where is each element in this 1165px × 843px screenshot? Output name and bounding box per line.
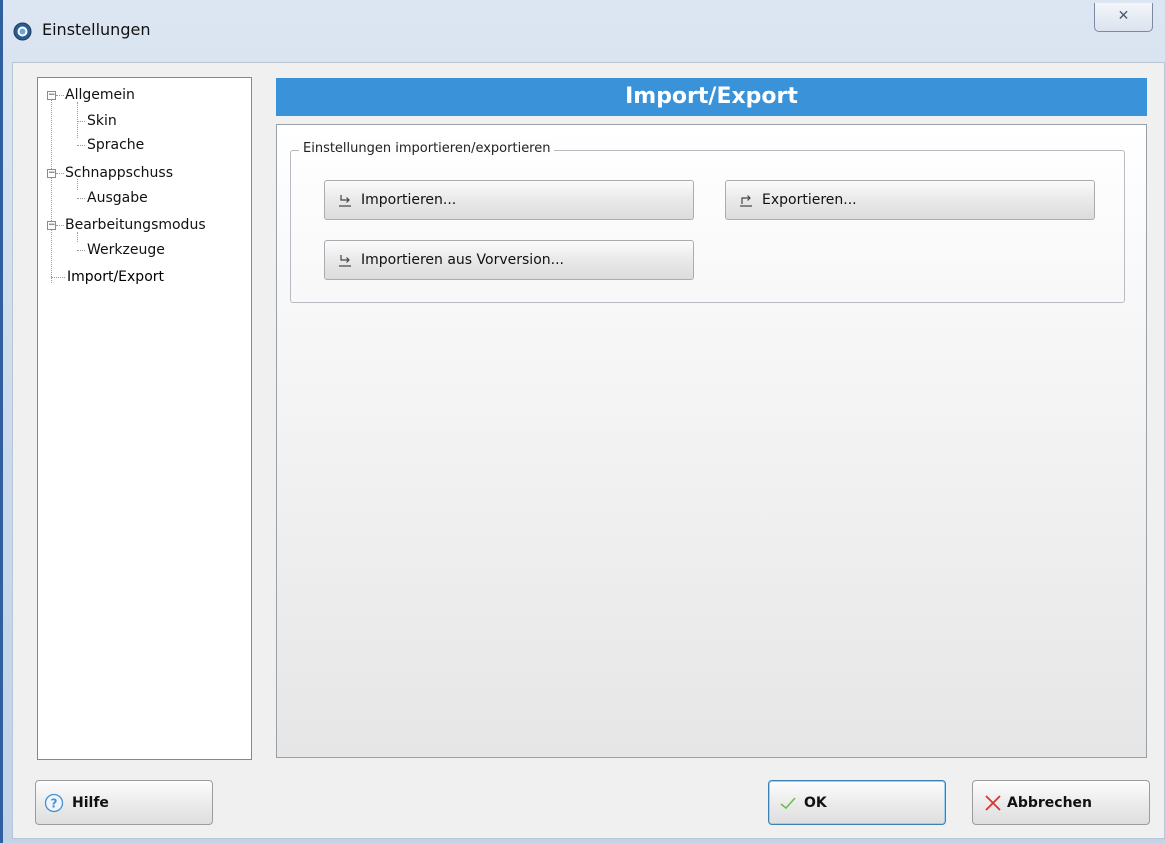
dialog-client-area: − − − Allgemein Skin Sprache Schnappschu… (12, 62, 1165, 839)
tree-item-allgemein[interactable]: Allgemein (65, 84, 135, 106)
tree-item-label: Import/Export (67, 269, 165, 285)
tree-item-werkzeuge[interactable]: Werkzeuge (87, 239, 165, 261)
close-button[interactable]: ✕ (1094, 3, 1153, 32)
collapse-toggle-bearbeitungsmodus[interactable]: − (47, 221, 56, 230)
tree-connector (77, 250, 85, 251)
tree-item-label: Skin (87, 113, 117, 129)
page-title: Import/Export (276, 78, 1147, 116)
svg-text:?: ? (51, 796, 58, 810)
minus-icon: − (48, 168, 56, 178)
import-button-label: Importieren... (361, 192, 457, 208)
help-button-label: Hilfe (72, 794, 109, 811)
tree-item-label: Ausgabe (87, 190, 148, 206)
minus-icon: − (48, 90, 56, 100)
cancel-button[interactable]: Abbrechen (972, 780, 1150, 825)
import-arrow-icon (339, 195, 351, 207)
tree-connector (77, 121, 85, 122)
tree-item-schnappschuss[interactable]: Schnappschuss (65, 162, 173, 184)
tree-item-label: Allgemein (65, 87, 135, 103)
tree-item-ausgabe[interactable]: Ausgabe (87, 187, 148, 209)
ok-button-label: OK (804, 794, 827, 811)
window-title: Einstellungen (42, 20, 151, 39)
minus-icon: − (48, 220, 56, 230)
app-logo-icon (13, 22, 32, 41)
tree-item-label: Schnappschuss (65, 165, 174, 181)
import-previous-version-label: Importieren aus Vorversion... (361, 252, 564, 268)
tree-connector (77, 145, 85, 146)
tree-item-sprache[interactable]: Sprache (87, 134, 144, 156)
tree-connector (56, 173, 64, 174)
settings-window: Einstellungen ✕ − − − Allgemein Skin Spr… (0, 0, 1165, 843)
checkmark-icon (780, 796, 796, 809)
tree-connector (51, 277, 65, 278)
export-arrow-icon (740, 195, 752, 207)
help-circle-icon: ? (44, 793, 64, 812)
tree-item-import-export[interactable]: Import/Export (67, 266, 164, 288)
tree-connector (77, 102, 78, 138)
import-arrow-icon (339, 255, 351, 267)
settings-tree: − − − Allgemein Skin Sprache Schnappschu… (37, 77, 252, 760)
tree-item-label: Sprache (87, 137, 145, 153)
tree-item-label: Bearbeitungsmodus (65, 217, 206, 233)
import-export-group: Einstellungen importieren/exportieren Im… (290, 141, 1125, 303)
export-button[interactable]: Exportieren... (725, 180, 1095, 220)
tree-item-bearbeitungsmodus[interactable]: Bearbeitungsmodus (65, 214, 206, 236)
title-bar: Einstellungen ✕ (3, 0, 1165, 62)
tree-item-label: Werkzeuge (87, 242, 165, 258)
tree-connector (56, 225, 64, 226)
help-button[interactable]: ? Hilfe (35, 780, 213, 825)
export-button-label: Exportieren... (762, 192, 857, 208)
tree-connector (77, 198, 85, 199)
tree-connector (56, 95, 64, 96)
settings-page: Einstellungen importieren/exportieren Im… (276, 124, 1147, 758)
close-icon: ✕ (1117, 8, 1130, 24)
cancel-x-icon (985, 794, 1001, 811)
collapse-toggle-schnappschuss[interactable]: − (47, 169, 56, 178)
collapse-toggle-allgemein[interactable]: − (47, 91, 56, 100)
group-title: Einstellungen importieren/exportieren (299, 141, 555, 156)
tree-item-skin[interactable]: Skin (87, 110, 117, 132)
import-button[interactable]: Importieren... (324, 180, 694, 220)
ok-button[interactable]: OK (768, 780, 946, 825)
cancel-button-label: Abbrechen (1007, 794, 1093, 811)
tree-connector (51, 98, 52, 283)
import-previous-version-button[interactable]: Importieren aus Vorversion... (324, 240, 694, 280)
